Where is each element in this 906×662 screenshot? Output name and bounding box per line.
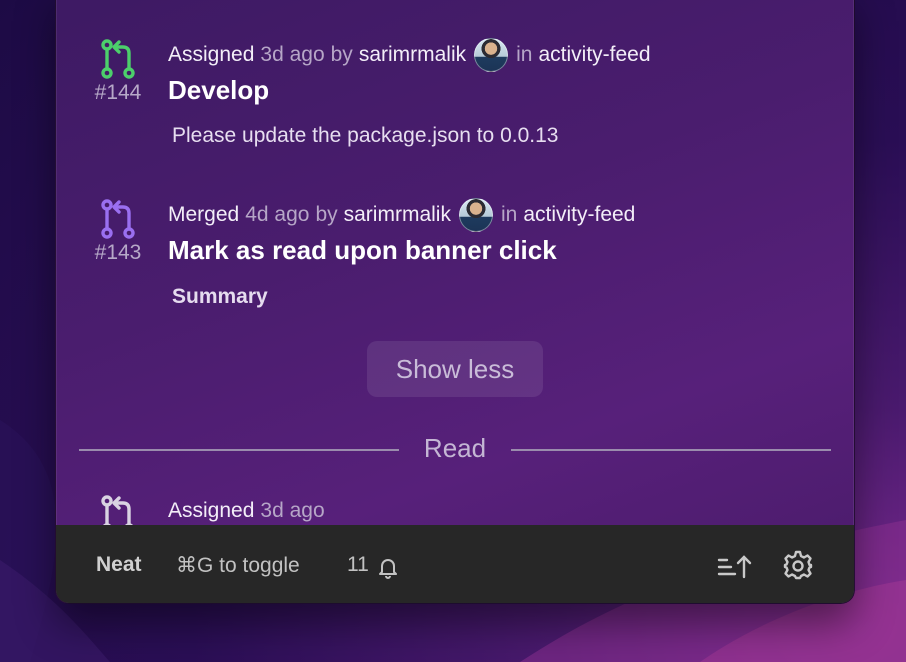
in-label: in: [516, 43, 533, 66]
by-label: by: [315, 203, 338, 226]
item-meta: Assigned 3d ago by sarimrmalik in activi…: [168, 38, 651, 72]
gear-icon[interactable]: [782, 549, 814, 581]
avatar: [474, 38, 509, 72]
read-section-label: Read: [423, 433, 487, 463]
pr-number: #144: [94, 81, 142, 104]
pull-request-icon: [101, 39, 135, 79]
notification-count: 11: [347, 553, 369, 576]
sort-icon[interactable]: [716, 553, 752, 581]
pr-body-summary: Summary: [172, 285, 268, 308]
action-label: Assigned: [168, 43, 255, 66]
item-meta: Merged 4d ago by sarimrmalik in activity…: [168, 198, 635, 232]
timestamp: 4d ago: [245, 203, 310, 226]
pr-number: #143: [94, 241, 142, 264]
pr-title[interactable]: Mark as read upon banner click: [168, 235, 557, 266]
bell-icon[interactable]: [376, 555, 400, 579]
action-label: Merged: [168, 203, 240, 226]
in-label: in: [500, 203, 518, 226]
divider-right: [511, 449, 831, 451]
activity-feed: #144 Assigned 3d ago by sarimrmalik in a…: [56, 0, 854, 525]
avatar: [458, 198, 493, 232]
show-less-button[interactable]: Show less: [367, 341, 543, 397]
app-window: #144 Assigned 3d ago by sarimrmalik in a…: [55, 0, 855, 604]
footer-bar: Neat ⌘G to toggle 11: [56, 525, 854, 603]
timestamp: 3d ago: [260, 43, 325, 66]
item-meta: Assigned 3d ago: [168, 495, 325, 525]
username-link[interactable]: sarimrmalik: [359, 43, 466, 67]
pull-request-icon: [101, 199, 135, 239]
repo-link[interactable]: activity-feed: [523, 203, 635, 227]
repo-link[interactable]: activity-feed: [539, 43, 651, 67]
action-label: Assigned: [168, 499, 255, 522]
by-label: by: [330, 43, 353, 66]
divider-left: [79, 449, 399, 451]
pr-body: Please update the package.json to 0.0.13: [172, 124, 559, 147]
pull-request-icon: [101, 495, 134, 525]
pr-title[interactable]: Develop: [168, 75, 269, 106]
username-link[interactable]: sarimrmalik: [344, 203, 451, 227]
toggle-shortcut-hint: ⌘G to toggle: [176, 554, 300, 577]
timestamp: 3d ago: [260, 499, 325, 522]
app-name: Neat: [96, 553, 142, 576]
